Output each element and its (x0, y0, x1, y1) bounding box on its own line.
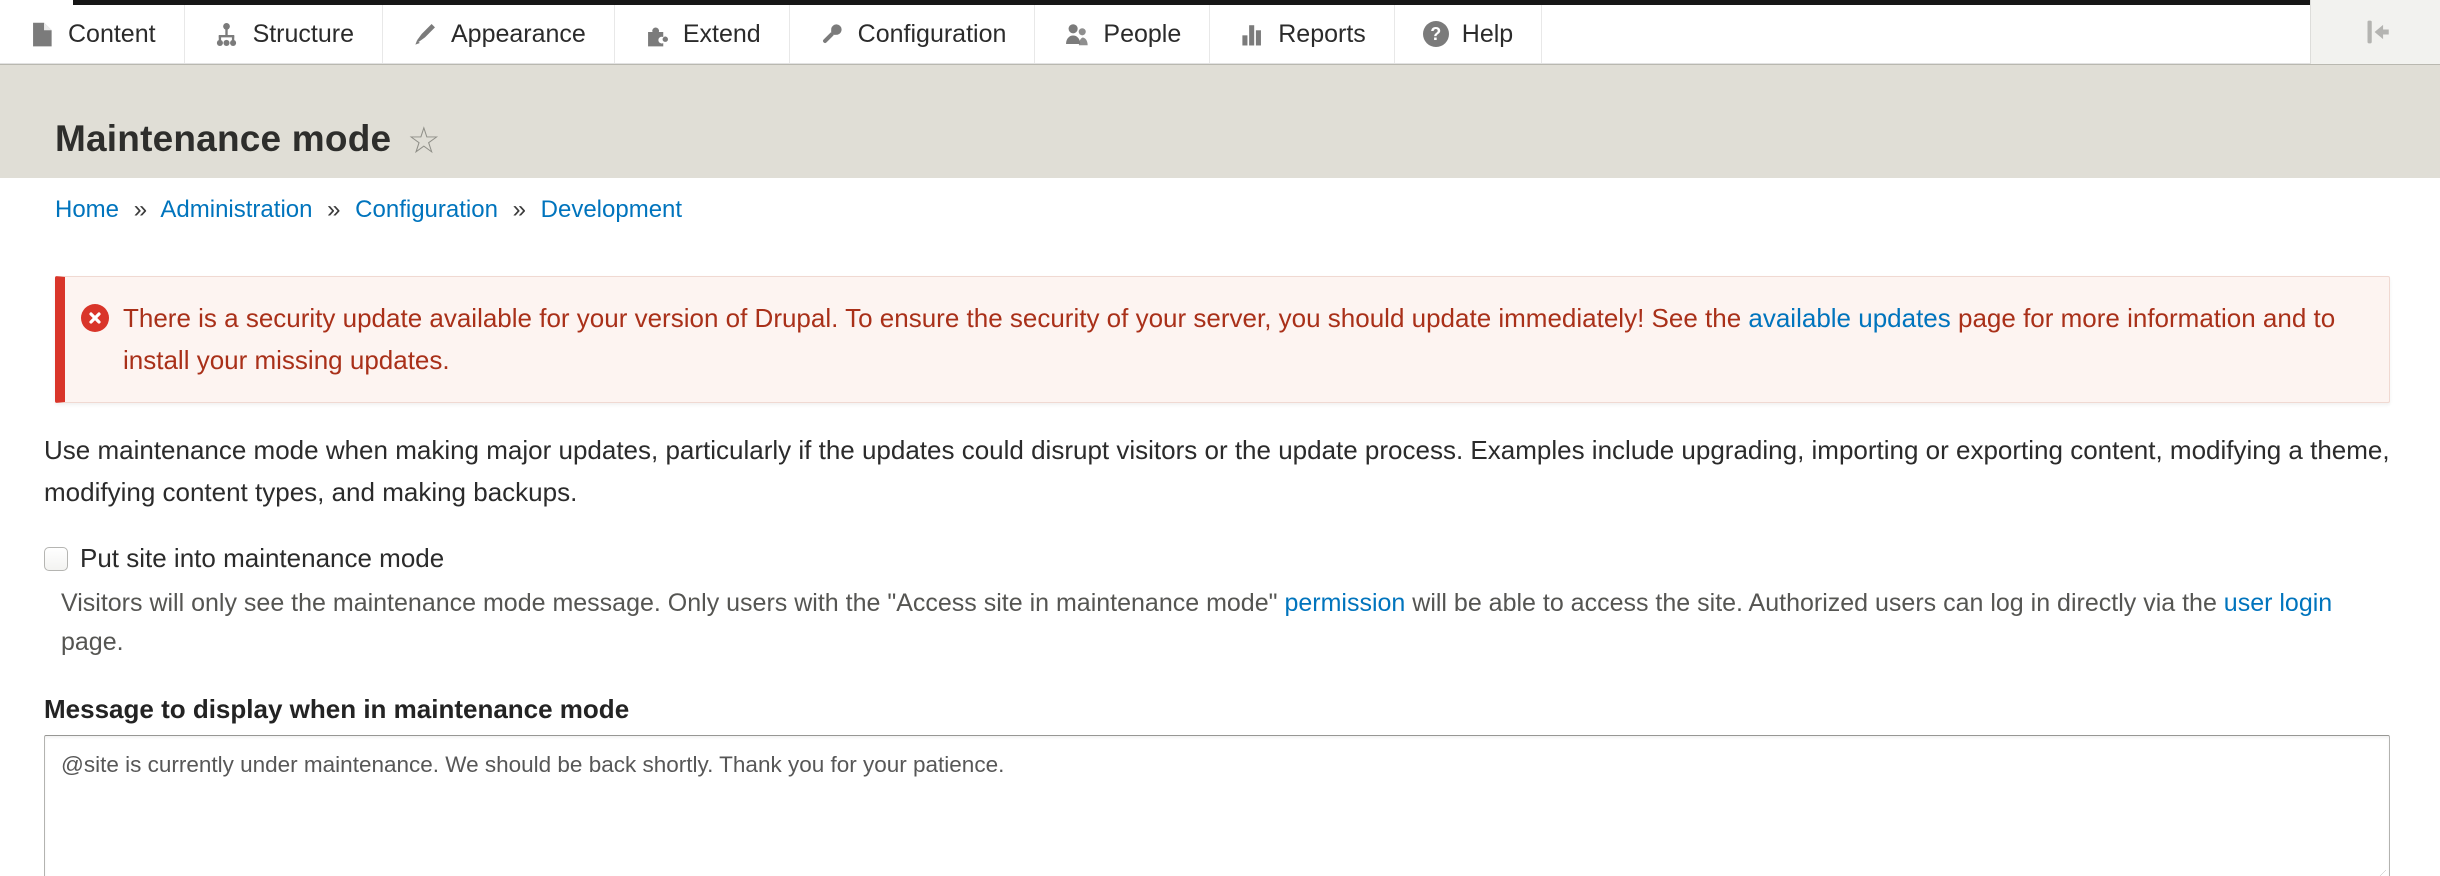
breadcrumb-link-development[interactable]: Development (541, 196, 682, 223)
toolbar-tab-label: Structure (253, 20, 354, 49)
toolbar-tab-label: Configuration (858, 20, 1007, 49)
paintbrush-icon (411, 21, 438, 48)
sitemap-icon (213, 21, 240, 48)
error-text-prefix: There is a security update available for… (123, 303, 1748, 333)
error-message-text: There is a security update available for… (123, 298, 2363, 381)
page-description: Use maintenance mode when making major u… (44, 430, 2390, 513)
toolbar-tab-label: Content (68, 20, 156, 49)
breadcrumb-link-configuration[interactable]: Configuration (355, 196, 498, 223)
error-x-icon (81, 304, 109, 332)
message-field-wrap: @site is currently under maintenance. We… (44, 735, 2390, 876)
main-content: Home » Administration » Configuration » … (0, 178, 2440, 876)
breadcrumb-separator: » (513, 196, 526, 223)
description-part3: page. (61, 628, 124, 656)
toolbar-tab-configuration[interactable]: Configuration (790, 5, 1036, 63)
toolbar-tab-label: Extend (683, 20, 761, 49)
toolbar-collapse-button[interactable] (2310, 0, 2440, 64)
page-title: Maintenance mode (55, 118, 391, 160)
breadcrumb: Home » Administration » Configuration » … (55, 196, 2390, 224)
people-icon (1063, 21, 1090, 48)
toolbar-tab-extend[interactable]: Extend (615, 5, 790, 63)
maintenance-mode-checkbox-row: Put site into maintenance mode (44, 543, 2390, 574)
star-icon[interactable]: ☆ (407, 122, 440, 159)
toolbar-tab-people[interactable]: People (1035, 5, 1210, 63)
toolbar-tab-structure[interactable]: Structure (185, 5, 383, 63)
page-header: Maintenance mode ☆ (0, 64, 2440, 178)
permission-link[interactable]: permission (1284, 589, 1405, 617)
toolbar-tab-help[interactable]: ? Help (1395, 5, 1542, 63)
collapse-left-icon (2359, 15, 2393, 49)
wrench-icon (818, 21, 845, 48)
available-updates-link[interactable]: available updates (1748, 303, 1950, 333)
description-part2: will be able to access the site. Authori… (1405, 589, 2223, 617)
toolbar-tab-label: Help (1462, 20, 1513, 49)
toolbar-tab-reports[interactable]: Reports (1210, 5, 1395, 63)
description-part1: Visitors will only see the maintenance m… (61, 589, 1284, 617)
help-icon: ? (1423, 21, 1449, 47)
error-message: There is a security update available for… (55, 276, 2390, 403)
admin-toolbar: Content Structure Appearance Extend (0, 0, 2440, 64)
file-icon (28, 21, 55, 48)
breadcrumb-link-administration[interactable]: Administration (160, 196, 312, 223)
toolbar-tabs: Content Structure Appearance Extend (0, 5, 2310, 64)
message-field-label: Message to display when in maintenance m… (44, 694, 2390, 725)
toolbar-tab-label: Appearance (451, 20, 586, 49)
maintenance-mode-checkbox[interactable] (44, 547, 68, 571)
maintenance-mode-checkbox-label[interactable]: Put site into maintenance mode (80, 543, 444, 574)
breadcrumb-separator: » (327, 196, 340, 223)
breadcrumb-separator: » (134, 196, 147, 223)
maintenance-message-textarea[interactable]: @site is currently under maintenance. We… (44, 735, 2390, 876)
puzzle-icon (643, 21, 670, 48)
toolbar-tab-appearance[interactable]: Appearance (383, 5, 615, 63)
toolbar-tab-label: People (1103, 20, 1181, 49)
bar-chart-icon (1238, 21, 1265, 48)
checkbox-description: Visitors will only see the maintenance m… (61, 584, 2390, 662)
toolbar-tab-content[interactable]: Content (0, 5, 185, 63)
toolbar-tab-label: Reports (1278, 20, 1366, 49)
user-login-link[interactable]: user login (2224, 589, 2332, 617)
page: Content Structure Appearance Extend (0, 0, 2440, 876)
breadcrumb-link-home[interactable]: Home (55, 196, 119, 223)
